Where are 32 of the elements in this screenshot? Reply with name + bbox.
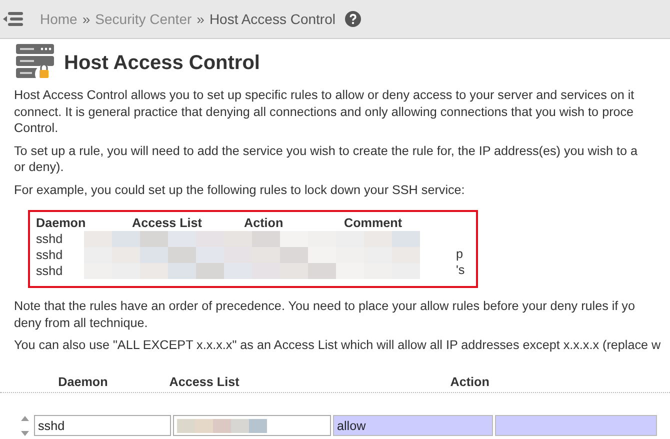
help-icon[interactable] <box>344 11 360 27</box>
daemon-field[interactable]: sshd <box>34 415 171 436</box>
paragraph-line: deny from all technique. <box>14 314 149 331</box>
column-header: Daemon <box>36 216 87 230</box>
paragraph-line: For example, you could set up the following rules to lock down your SSH service: <box>14 182 466 198</box>
reorder-arrows-icon[interactable] <box>20 414 30 436</box>
breadcrumb-current: Host Access Control <box>209 11 336 27</box>
breadcrumb-separator: » <box>82 11 90 27</box>
column-header: Action <box>449 374 490 388</box>
column-header: Access List <box>132 216 204 230</box>
menu-icon[interactable] <box>3 11 23 27</box>
column-header: Action <box>244 216 284 230</box>
breadcrumb-separator: » <box>196 11 204 27</box>
daemon-text: sshd <box>36 232 64 246</box>
paragraph-line: To set up a rule, you will need to add the service you wish to create the rule for, the IP address(es) you wish to a <box>14 142 638 159</box>
daemon-text: sshd <box>36 264 64 278</box>
paragraph-line: You can also use "ALL EXCEPT x.x.x.x" as an Access List which will allow all IP addresses except x.x.x.x (replace w <box>14 337 662 354</box>
paragraph-line: connect. It is general practice that denying all connections and only allowing connections that you wish to proce <box>14 104 635 120</box>
paragraph-line: Control. <box>14 120 60 136</box>
paragraph-line: Note that the rules have an order of precedence. You need to place your allow rules before your deny rules if yo <box>14 298 636 314</box>
daemon-text: sshd <box>36 248 64 262</box>
comment-field[interactable] <box>495 415 657 436</box>
column-header: Access List <box>168 374 240 388</box>
page-title: Host Access Control <box>64 52 260 74</box>
action-field[interactable]: allow <box>333 415 493 436</box>
comment-text: p <box>456 247 464 261</box>
paragraph-line: or deny). <box>14 159 65 176</box>
comment-text: 's <box>456 263 465 277</box>
column-header: Comment <box>344 216 402 230</box>
column-header: Daemon <box>57 374 109 388</box>
paragraph-line: Host Access Control allows you to set up specific rules to allow or deny access to your server and services on it <box>14 87 636 104</box>
access-list-field[interactable] <box>173 415 331 436</box>
